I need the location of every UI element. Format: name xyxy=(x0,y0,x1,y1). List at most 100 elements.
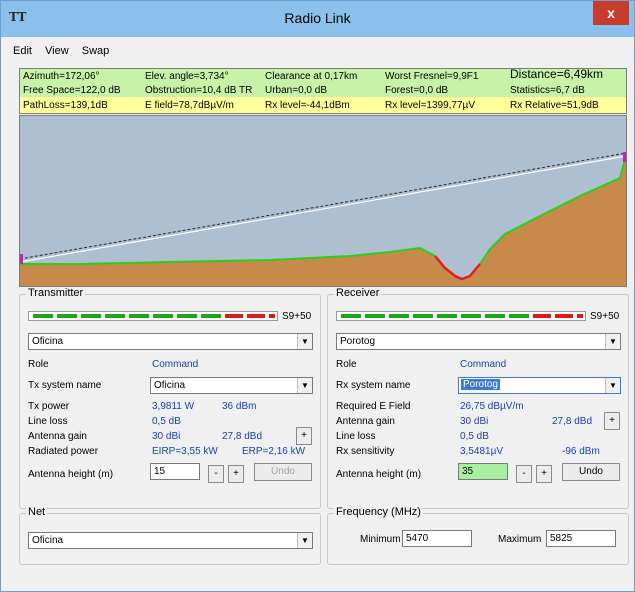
tx-system-name-value: Oficina xyxy=(154,380,186,391)
tx-site-value: Oficina xyxy=(32,336,64,347)
rx-site-value: Porotog xyxy=(340,336,376,347)
tx-power-dbm: 36 dBm xyxy=(222,401,257,412)
chevron-down-icon[interactable]: ▼ xyxy=(605,334,620,349)
rx-level-uv-text: Rx level=1399,77µV xyxy=(385,100,475,111)
rx-required-field-label: Required E Field xyxy=(336,401,411,412)
tx-antenna-height-input[interactable]: 15 xyxy=(150,463,200,480)
transmitter-legend: Transmitter xyxy=(26,287,86,299)
path-loss-text: PathLoss=139,1dB xyxy=(23,100,108,111)
rx-relative-text: Rx Relative=51,9dB xyxy=(510,100,599,111)
rx-antenna-mark xyxy=(623,152,626,162)
rx-antenna-gain-dbi: 30 dBi xyxy=(460,416,489,427)
free-space-text: Free Space=122,0 dB xyxy=(23,85,121,96)
rx-sensitivity-dbm: -96 dBm xyxy=(562,446,600,457)
rx-undo-button[interactable]: Undo xyxy=(562,463,620,481)
transmitter-group: Transmitter S9+50 Oficina ▼ Role Command… xyxy=(19,287,321,509)
rx-role-label: Role xyxy=(336,359,357,370)
tx-power-label: Tx power xyxy=(28,401,70,412)
rx-antenna-gain-dbd: 27,8 dBd xyxy=(552,416,593,427)
net-legend: Net xyxy=(26,506,48,518)
window-title: Radio Link xyxy=(284,10,351,26)
tx-meter-label: S9+50 xyxy=(282,311,312,322)
tx-gain-plus-button[interactable]: + xyxy=(296,427,312,445)
frequency-min-label: Minimum xyxy=(360,534,401,545)
tx-line-loss-value: 0,5 dB xyxy=(152,416,181,427)
rx-antenna-height-label: Antenna height (m) xyxy=(336,469,422,480)
tx-eirp-value: EIRP=3,55 kW xyxy=(152,446,218,457)
rx-system-name-select[interactable]: Porotog ▼ xyxy=(458,377,621,394)
menu-view[interactable]: View xyxy=(45,45,69,57)
rx-role-value: Command xyxy=(460,359,507,370)
tx-site-select[interactable]: Oficina ▼ xyxy=(28,333,313,350)
rx-meter-label: S9+50 xyxy=(590,311,620,322)
tx-system-name-label: Tx system name xyxy=(28,380,102,391)
frequency-max-value: 5825 xyxy=(550,533,573,544)
frequency-max-input[interactable]: 5825 xyxy=(546,530,616,547)
rx-level-dbm-text: Rx level=-44,1dBm xyxy=(265,100,350,111)
rx-line-loss-label: Line loss xyxy=(336,431,376,442)
tx-height-plus-button[interactable]: + xyxy=(228,465,244,483)
rx-system-name-value: Porotog xyxy=(461,379,501,390)
terrain-profile-plot xyxy=(19,115,627,287)
radio-link-window: TT Radio Link x Edit View Swap Azimuth=1… xyxy=(0,0,635,592)
tx-line-loss-label: Line loss xyxy=(28,416,68,427)
net-group: Net Oficina ▼ xyxy=(19,506,321,565)
tx-height-minus-button[interactable]: - xyxy=(208,465,224,483)
tx-antenna-gain-dbd: 27,8 dBd xyxy=(222,431,263,442)
rx-antenna-gain-label: Antenna gain xyxy=(336,416,395,427)
distance-text: Distance=6,49km xyxy=(510,67,604,81)
tx-signal-meter xyxy=(28,311,278,321)
net-value: Oficina xyxy=(32,535,64,546)
chevron-down-icon[interactable]: ▼ xyxy=(605,378,620,393)
rx-gain-plus-button[interactable]: + xyxy=(604,412,620,430)
close-button[interactable]: x xyxy=(593,1,629,25)
urban-text: Urban=0,0 dB xyxy=(265,85,327,96)
frequency-group: Frequency (MHz) Minimum 5470 Maximum 582… xyxy=(327,506,629,565)
menu-bar: Edit View Swap xyxy=(13,45,119,61)
receiver-legend: Receiver xyxy=(334,287,382,299)
tx-system-name-select[interactable]: Oficina ▼ xyxy=(150,377,313,394)
rx-signal-meter xyxy=(336,311,586,321)
rx-height-plus-button[interactable]: + xyxy=(536,465,552,483)
terrain-area xyxy=(20,156,626,286)
menu-swap[interactable]: Swap xyxy=(82,45,110,57)
tx-radiated-power-label: Radiated power xyxy=(28,446,99,457)
azimuth-text: Azimuth=172,06° xyxy=(23,71,100,82)
link-summary-panel: Azimuth=172,06° Elev. angle=3,734° Clear… xyxy=(19,68,627,114)
menu-edit[interactable]: Edit xyxy=(13,45,32,57)
chevron-down-icon[interactable]: ▼ xyxy=(297,533,312,548)
e-field-text: E field=78,7dBµV/m xyxy=(145,100,234,111)
tx-antenna-mark xyxy=(20,254,23,264)
tx-antenna-gain-label: Antenna gain xyxy=(28,431,87,442)
rx-antenna-height-input[interactable]: 35 xyxy=(458,463,508,480)
rx-required-field-value: 26,75 dBµV/m xyxy=(460,401,524,412)
worst-fresnel-text: Worst Fresnel=9,9F1 xyxy=(385,71,479,82)
tx-antenna-height-value: 15 xyxy=(154,466,166,477)
forest-text: Forest=0,0 dB xyxy=(385,85,449,96)
rx-sensitivity-uv: 3,5481µV xyxy=(460,446,504,457)
receiver-group: Receiver S9+50 Porotog ▼ Role Command Rx… xyxy=(327,287,629,509)
rx-antenna-height-value: 35 xyxy=(462,466,474,477)
title-bar: TT Radio Link x xyxy=(1,1,634,37)
rx-site-select[interactable]: Porotog ▼ xyxy=(336,333,621,350)
tx-erp-value: ERP=2,16 kW xyxy=(242,446,306,457)
clearance-text: Clearance at 0,17km xyxy=(265,71,358,82)
profile-graphic xyxy=(20,152,626,286)
tx-power-watts: 3,9811 W xyxy=(152,401,195,412)
net-select[interactable]: Oficina ▼ xyxy=(28,532,313,549)
tx-role-value: Command xyxy=(152,359,199,370)
rx-sensitivity-label: Rx sensitivity xyxy=(336,446,395,457)
statistics-text: Statistics=6,7 dB xyxy=(510,85,585,96)
tx-undo-button[interactable]: Undo xyxy=(254,463,312,481)
tx-role-label: Role xyxy=(28,359,49,370)
frequency-min-input[interactable]: 5470 xyxy=(402,530,472,547)
elevation-angle-text: Elev. angle=3,734° xyxy=(145,71,229,82)
frequency-max-label: Maximum xyxy=(498,534,542,545)
frequency-legend: Frequency (MHz) xyxy=(334,506,423,518)
frequency-min-value: 5470 xyxy=(406,533,429,544)
rx-height-minus-button[interactable]: - xyxy=(516,465,532,483)
chevron-down-icon[interactable]: ▼ xyxy=(297,334,312,349)
rx-system-name-label: Rx system name xyxy=(336,380,411,391)
chevron-down-icon[interactable]: ▼ xyxy=(297,378,312,393)
tx-antenna-height-label: Antenna height (m) xyxy=(28,469,114,480)
